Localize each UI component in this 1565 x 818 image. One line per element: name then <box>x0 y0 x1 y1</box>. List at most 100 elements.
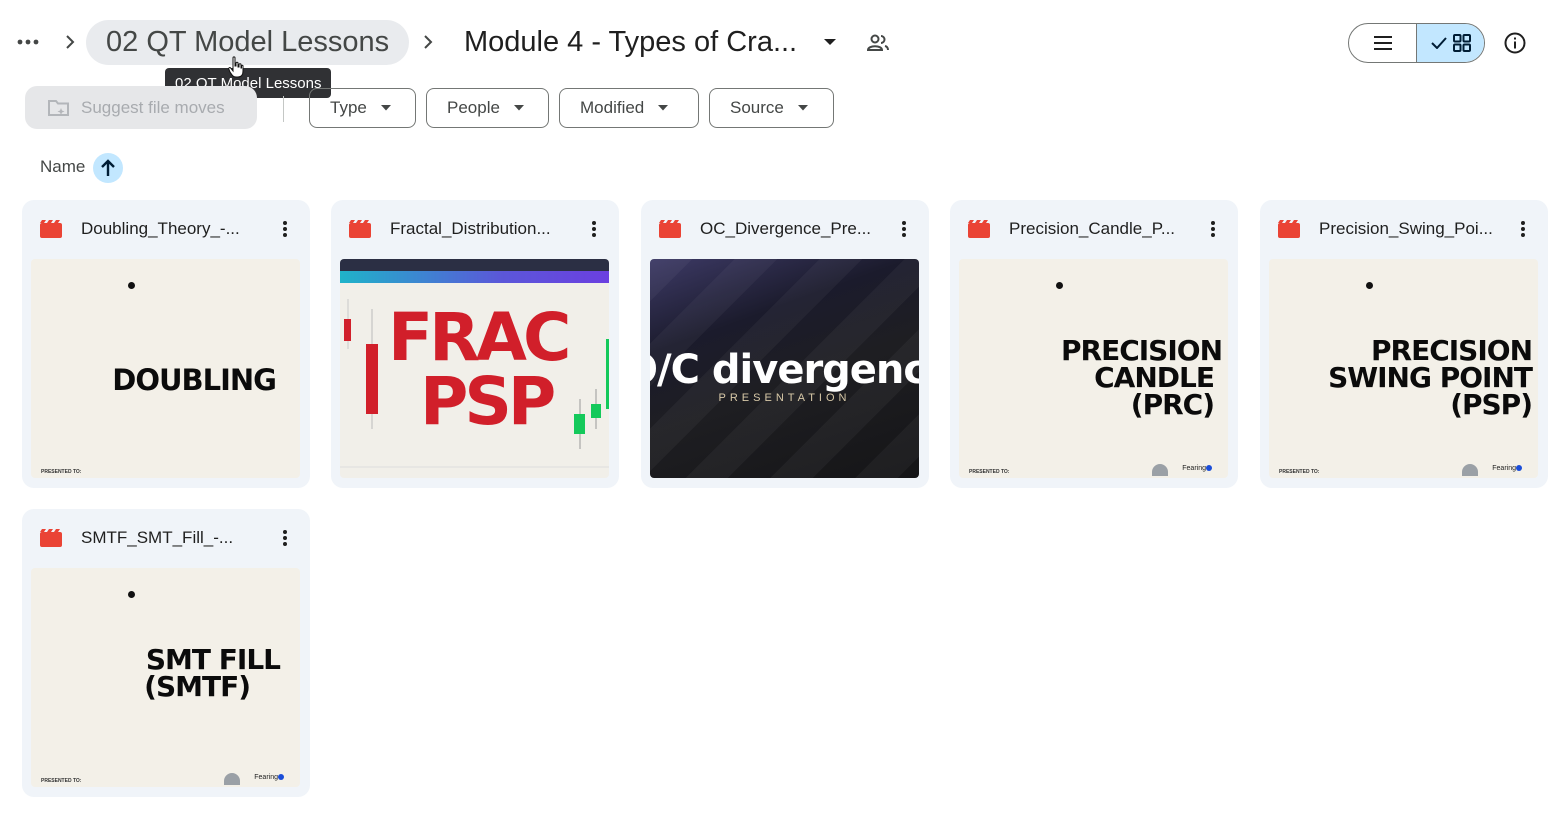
more-actions-button[interactable] <box>579 214 609 244</box>
video-file-icon <box>1278 220 1300 238</box>
thumbnail-headline-1: FRAC <box>388 299 571 376</box>
video-file-icon <box>349 220 371 238</box>
thumbnail-headline: DOUBLING <box>112 363 277 397</box>
verified-badge-icon <box>1516 465 1522 471</box>
arrow-up-icon <box>101 159 115 176</box>
breadcrumb-current-folder[interactable]: Module 4 - Types of Cra... <box>464 20 797 65</box>
filter-source-label: Source <box>730 98 784 117</box>
shared-folder-icon[interactable] <box>864 30 892 56</box>
view-details-button[interactable] <box>1500 28 1530 58</box>
thumbnail-brand: Fearing <box>254 774 278 781</box>
more-vertical-icon <box>1521 221 1525 237</box>
caret-down-icon <box>513 105 524 111</box>
thumbnail-brand: Fearing <box>1492 465 1516 472</box>
file-thumbnail[interactable]: O/C divergence PRESENTATION <box>650 259 919 478</box>
video-file-icon <box>659 220 681 238</box>
video-file-icon <box>968 220 990 238</box>
chevron-right-icon <box>62 30 78 54</box>
more-vertical-icon <box>592 221 596 237</box>
filter-source-chip[interactable]: Source <box>709 88 834 128</box>
file-name: Doubling_Theory_-... <box>81 219 240 238</box>
more-vertical-icon <box>283 530 287 546</box>
filter-modified-chip[interactable]: Modified <box>559 88 699 128</box>
grid-view-button[interactable] <box>1416 24 1484 62</box>
file-thumbnail[interactable]: FRAC PSP <box>340 259 609 478</box>
more-actions-button[interactable] <box>270 214 300 244</box>
file-card[interactable]: Doubling_Theory_-... DOUBLING PRESENTED … <box>22 200 310 488</box>
thumbnail-note <box>128 281 278 289</box>
filter-modified-label: Modified <box>580 98 645 117</box>
video-file-icon <box>40 529 62 547</box>
thumbnail-note <box>1366 281 1516 289</box>
thumbnail-headline-2: PSP <box>420 363 556 440</box>
more-path-button[interactable] <box>12 28 44 56</box>
thumbnail-presented: PRESENTED TO: <box>41 469 82 475</box>
list-view-icon <box>1373 36 1392 50</box>
suggest-file-moves-button[interactable]: Suggest file moves <box>25 86 257 129</box>
chevron-right-icon <box>420 30 436 54</box>
more-actions-button[interactable] <box>1508 214 1538 244</box>
verified-badge-icon <box>278 774 284 780</box>
sort-direction-button[interactable] <box>93 153 123 183</box>
check-icon <box>1430 37 1447 49</box>
more-actions-button[interactable] <box>889 214 919 244</box>
file-name: Fractal_Distribution... <box>390 219 551 238</box>
thumbnail-headline-3: (PSP) <box>1450 388 1533 421</box>
thumbnail-headline-1: PRECISION <box>1061 334 1223 367</box>
filter-people-chip[interactable]: People <box>426 88 549 128</box>
more-actions-button[interactable] <box>1198 214 1228 244</box>
view-toggle[interactable] <box>1348 23 1485 63</box>
thumbnail-subtitle: PRESENTATION <box>718 392 851 404</box>
filter-type-chip[interactable]: Type <box>309 88 416 128</box>
caret-down-icon <box>797 105 808 111</box>
info-icon <box>1504 32 1526 54</box>
thumbnail-headline-2: (SMTF) <box>144 670 251 703</box>
presenter-avatar <box>1462 464 1478 476</box>
filter-type-label: Type <box>330 98 367 117</box>
thumbnail-presented: PRESENTED TO: <box>1279 469 1320 475</box>
thumbnail-headline-1: SMT FILL <box>145 643 281 676</box>
presenter-avatar <box>224 773 240 785</box>
file-thumbnail[interactable]: DOUBLING PRESENTED TO: <box>31 259 300 478</box>
thumbnail-headline-1: PRECISION <box>1371 334 1533 367</box>
toolbar-divider <box>283 96 284 122</box>
sort-by-name[interactable]: Name <box>40 157 85 177</box>
file-thumbnail[interactable]: PRECISION CANDLE (PRC) PRESENTED TO: Fea… <box>959 259 1228 478</box>
thumbnail-note <box>128 590 278 598</box>
caret-down-icon <box>380 105 391 111</box>
file-card[interactable]: Precision_Swing_Poi... PRECISION SWING P… <box>1260 200 1548 488</box>
thumbnail-presented: PRESENTED TO: <box>41 778 82 784</box>
filter-people-label: People <box>447 98 500 117</box>
folder-actions-dropdown[interactable] <box>818 30 842 54</box>
thumbnail-headline: O/C divergence <box>650 347 919 393</box>
file-name: Precision_Candle_P... <box>1009 219 1176 238</box>
thumbnail-brand: Fearing <box>1182 465 1206 472</box>
file-thumbnail[interactable]: SMT FILL (SMTF) PRESENTED TO: Fearing <box>31 568 300 787</box>
verified-badge-icon <box>1206 465 1212 471</box>
file-card[interactable]: Precision_Candle_P... PRECISION CANDLE (… <box>950 200 1238 488</box>
folder-sparkle-icon <box>48 99 69 116</box>
presenter-avatar <box>1152 464 1168 476</box>
more-vertical-icon <box>902 221 906 237</box>
file-card[interactable]: Fractal_Distribution... FRAC PSP <box>331 200 619 488</box>
video-file-icon <box>40 220 62 238</box>
file-card[interactable]: OC_Divergence_Pre... O/C divergence PRES… <box>641 200 929 488</box>
hand-cursor-icon <box>228 56 244 78</box>
caret-down-icon <box>658 105 669 111</box>
file-thumbnail[interactable]: PRECISION SWING POINT (PSP) PRESENTED TO… <box>1269 259 1538 478</box>
suggest-file-moves-label: Suggest file moves <box>81 97 225 117</box>
file-name: SMTF_SMT_Fill_-... <box>81 528 234 547</box>
more-actions-button[interactable] <box>270 523 300 553</box>
list-view-button[interactable] <box>1349 24 1416 62</box>
more-vertical-icon <box>1211 221 1215 237</box>
file-name: Precision_Swing_Poi... <box>1319 219 1493 238</box>
more-horizontal-icon <box>17 39 39 45</box>
file-name: OC_Divergence_Pre... <box>700 219 872 238</box>
thumbnail-topbar <box>340 259 609 271</box>
thumbnail-headline-3: (PRC) <box>1130 388 1215 421</box>
file-card[interactable]: SMTF_SMT_Fill_-... SMT FILL (SMTF) PRESE… <box>22 509 310 797</box>
thumbnail-presented: PRESENTED TO: <box>969 469 1010 475</box>
thumbnail-gradient-bar <box>340 271 609 283</box>
breadcrumb-parent-folder[interactable]: 02 QT Model Lessons <box>86 20 410 65</box>
thumbnail-headline-2: CANDLE <box>1094 361 1215 394</box>
